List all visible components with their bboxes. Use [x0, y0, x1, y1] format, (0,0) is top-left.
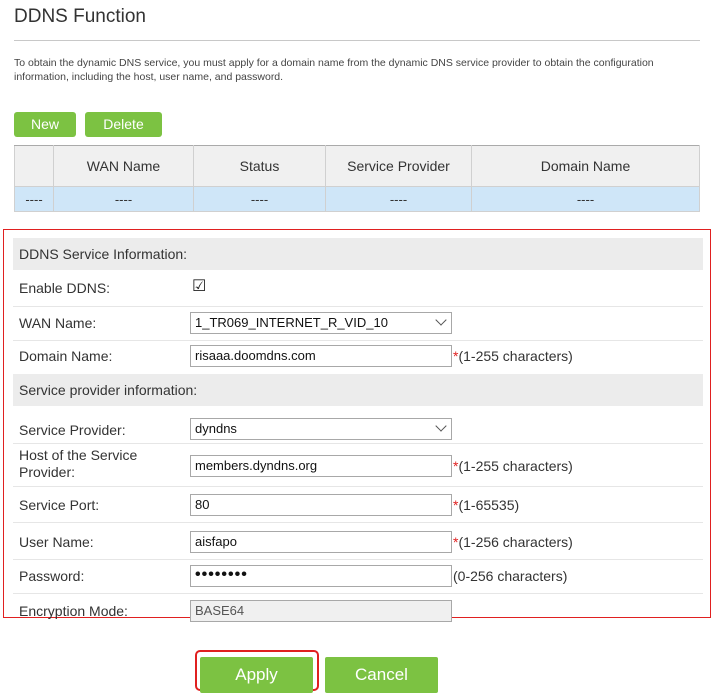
page-title: DDNS Function [14, 6, 146, 27]
row-divider [13, 522, 703, 523]
column-header-wan-name: WAN Name [53, 145, 194, 187]
column-header-status: Status [193, 145, 326, 187]
service-provider-select[interactable]: dyndns [190, 418, 452, 440]
table-cell: ---- [471, 186, 700, 212]
user-name-hint: *(1-256 characters) [453, 534, 573, 550]
delete-button[interactable]: Delete [85, 112, 162, 137]
password-label: Password: [19, 568, 85, 584]
encryption-mode-label: Encryption Mode: [19, 603, 128, 619]
encryption-mode-field: BASE64 [190, 600, 452, 622]
user-name-hint-text: (1-256 characters) [458, 534, 573, 550]
table-cell: ---- [14, 186, 54, 212]
domain-name-hint-text: (1-255 characters) [458, 348, 573, 364]
domain-name-label: Domain Name: [19, 348, 113, 364]
wan-name-label: WAN Name: [19, 315, 97, 331]
table-cell: ---- [193, 186, 326, 212]
wan-name-value: 1_TR069_INTERNET_R_VID_10 [195, 315, 388, 330]
cancel-button[interactable]: Cancel [325, 657, 438, 693]
column-header-select [14, 145, 54, 187]
wan-name-select[interactable]: 1_TR069_INTERNET_R_VID_10 [190, 312, 452, 334]
row-divider [13, 559, 703, 560]
enable-ddns-label: Enable DDNS: [19, 280, 111, 296]
row-divider [13, 443, 703, 444]
service-port-hint-text: (1-65535) [458, 497, 520, 513]
user-name-input[interactable]: aisfapo [190, 531, 452, 553]
column-header-domain-name: Domain Name [471, 145, 700, 187]
user-name-label: User Name: [19, 534, 94, 550]
table-row[interactable]: ---- ---- ---- ---- ---- [14, 186, 700, 212]
service-provider-value: dyndns [195, 421, 237, 436]
row-divider [13, 486, 703, 487]
row-divider [13, 340, 703, 341]
service-port-input[interactable]: 80 [190, 494, 452, 516]
chevron-down-icon [435, 420, 447, 432]
host-hint: *(1-255 characters) [453, 458, 573, 474]
ddns-table: WAN Name Status Service Provider Domain … [14, 145, 700, 212]
section-title-provider-info: Service provider information: [13, 374, 703, 406]
column-header-service-provider: Service Provider [325, 145, 472, 187]
new-button[interactable]: New [14, 112, 76, 137]
page-description: To obtain the dynamic DNS service, you m… [14, 57, 654, 83]
chevron-down-icon [435, 314, 447, 326]
password-hint: (0-256 characters) [453, 568, 568, 584]
row-divider [13, 306, 703, 307]
password-input[interactable]: •••••••• [190, 565, 452, 587]
row-divider [13, 593, 703, 594]
service-port-hint: *(1-65535) [453, 497, 520, 513]
enable-ddns-checkbox[interactable]: ☑ [192, 279, 206, 295]
host-hint-text: (1-255 characters) [458, 458, 573, 474]
domain-name-input[interactable]: risaaa.doomdns.com [190, 345, 452, 367]
table-cell: ---- [53, 186, 194, 212]
service-port-label: Service Port: [19, 497, 100, 513]
domain-name-hint: *(1-255 characters) [453, 348, 573, 364]
service-provider-label: Service Provider: [19, 422, 126, 438]
table-cell: ---- [325, 186, 472, 212]
section-title-service-info: DDNS Service Information: [13, 238, 703, 270]
host-label: Host of the Service Provider: [19, 447, 138, 480]
host-input[interactable]: members.dyndns.org [190, 455, 452, 477]
apply-button[interactable]: Apply [200, 657, 313, 693]
table-header-row: WAN Name Status Service Provider Domain … [14, 145, 700, 187]
title-divider [14, 40, 700, 41]
